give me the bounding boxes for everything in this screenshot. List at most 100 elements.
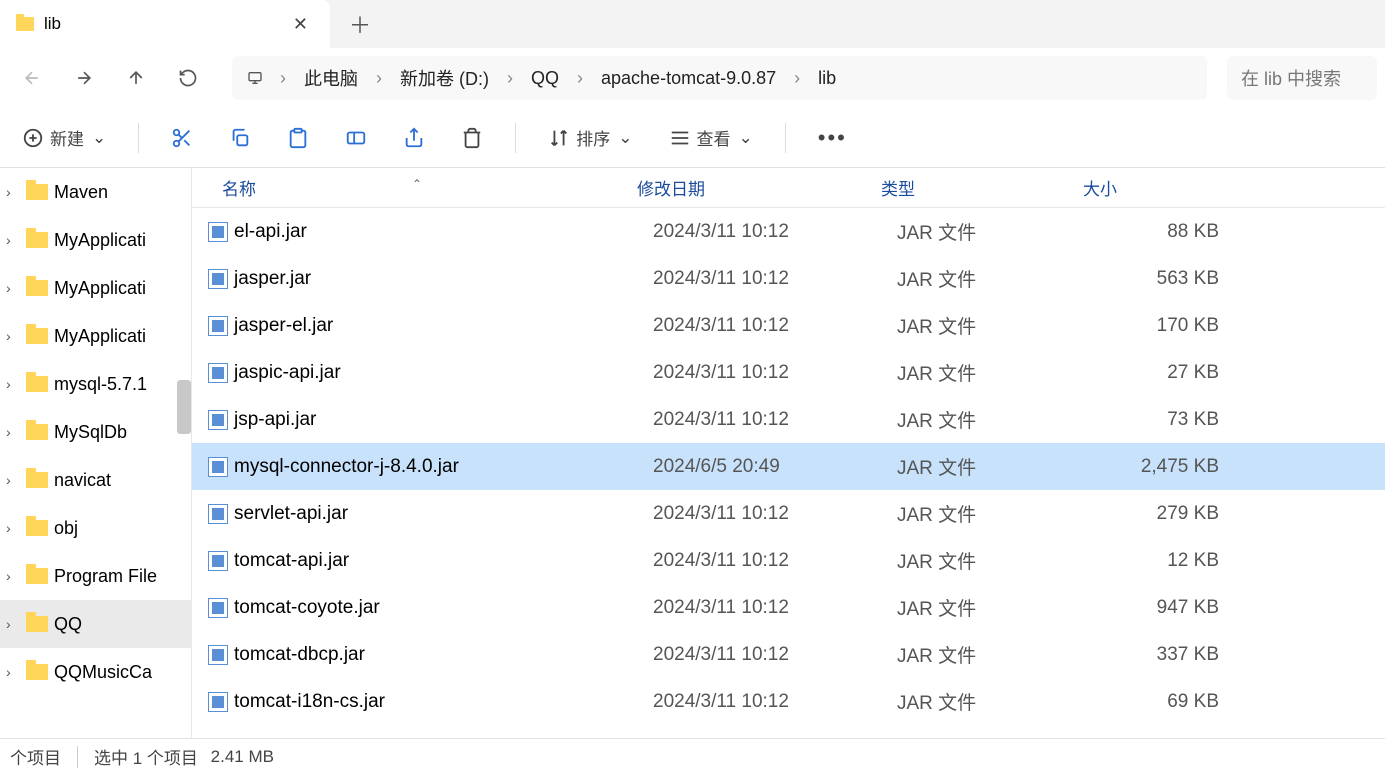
file-date: 2024/3/11 10:12 — [653, 550, 897, 572]
file-type: JAR 文件 — [897, 406, 1099, 433]
jar-file-icon — [208, 457, 228, 477]
nav-bar: › 此电脑 › 新加卷 (D:) › QQ › apache-tomcat-9.… — [0, 48, 1385, 108]
up-button[interactable] — [112, 54, 160, 102]
table-row[interactable]: servlet-api.jar 2024/3/11 10:12 JAR 文件 2… — [192, 490, 1385, 537]
rename-icon — [345, 127, 367, 149]
view-button[interactable]: 查看 ⌄ — [655, 116, 767, 160]
sidebar-item-label: Program File — [54, 566, 157, 587]
breadcrumb-seg[interactable]: lib — [814, 66, 840, 91]
file-name: jaspic-api.jar — [234, 362, 653, 384]
chevron-right-icon: › — [6, 520, 20, 536]
status-bar: 个项目 选中 1 个项目 2.41 MB — [0, 738, 1385, 774]
breadcrumb-seg[interactable]: apache-tomcat-9.0.87 — [597, 66, 780, 91]
sidebar-item[interactable]: ›QQMusicCa — [0, 648, 191, 696]
sidebar-item-label: MyApplicati — [54, 230, 146, 251]
folder-icon — [26, 472, 48, 488]
status-selection: 选中 1 个项目 — [94, 744, 198, 769]
search-input[interactable]: 在 lib 中搜索 — [1227, 56, 1377, 100]
file-type: JAR 文件 — [897, 265, 1099, 292]
chevron-down-icon: ⌄ — [92, 128, 106, 148]
file-name: jsp-api.jar — [234, 409, 653, 431]
rename-button[interactable] — [331, 116, 381, 160]
chevron-right-icon: › — [6, 616, 20, 632]
chevron-right-icon: › — [6, 232, 20, 248]
breadcrumb[interactable]: › 此电脑 › 新加卷 (D:) › QQ › apache-tomcat-9.… — [232, 56, 1207, 100]
file-size: 73 KB — [1099, 409, 1219, 431]
back-button[interactable] — [8, 54, 56, 102]
breadcrumb-seg[interactable]: QQ — [527, 66, 563, 91]
folder-icon — [26, 232, 48, 248]
sidebar-item-label: Maven — [54, 182, 108, 203]
sidebar-item-label: MySqlDb — [54, 422, 127, 443]
sidebar-item[interactable]: ›obj — [0, 504, 191, 552]
share-button[interactable] — [389, 116, 439, 160]
plus-icon: ＋ — [349, 8, 371, 40]
table-row[interactable]: tomcat-dbcp.jar 2024/3/11 10:12 JAR 文件 3… — [192, 631, 1385, 678]
file-date: 2024/3/11 10:12 — [653, 644, 897, 666]
sidebar-item[interactable]: ›MySqlDb — [0, 408, 191, 456]
file-name: servlet-api.jar — [234, 503, 653, 525]
scissors-icon — [171, 127, 193, 149]
table-row[interactable]: mysql-connector-j-8.4.0.jar 2024/6/5 20:… — [192, 443, 1385, 490]
sort-button[interactable]: 排序 ⌄ — [534, 116, 646, 160]
table-row[interactable]: jasper.jar 2024/3/11 10:12 JAR 文件 563 KB — [192, 255, 1385, 302]
scrollbar-thumb[interactable] — [177, 380, 191, 434]
close-icon[interactable]: ✕ — [287, 10, 314, 39]
file-type: JAR 文件 — [897, 547, 1099, 574]
col-name[interactable]: 名称⌃ — [192, 175, 637, 200]
chevron-right-icon: › — [6, 568, 20, 584]
table-row[interactable]: jaspic-api.jar 2024/3/11 10:12 JAR 文件 27… — [192, 349, 1385, 396]
file-date: 2024/3/11 10:12 — [653, 221, 897, 243]
file-size: 279 KB — [1099, 503, 1219, 525]
chevron-right-icon: › — [784, 68, 810, 89]
col-date[interactable]: 修改日期 — [637, 175, 881, 200]
forward-button[interactable] — [60, 54, 108, 102]
file-name: tomcat-dbcp.jar — [234, 644, 653, 666]
more-button[interactable]: ••• — [804, 116, 861, 160]
separator — [77, 746, 78, 768]
cut-button[interactable] — [157, 116, 207, 160]
table-row[interactable]: jasper-el.jar 2024/3/11 10:12 JAR 文件 170… — [192, 302, 1385, 349]
copy-button[interactable] — [215, 116, 265, 160]
new-tab-button[interactable]: ＋ — [330, 0, 390, 48]
share-icon — [403, 127, 425, 149]
table-row[interactable]: el-api.jar 2024/3/11 10:12 JAR 文件 88 KB — [192, 208, 1385, 255]
tab-active[interactable]: lib ✕ — [0, 0, 330, 48]
breadcrumb-seg[interactable]: 新加卷 (D:) — [396, 63, 493, 93]
delete-button[interactable] — [447, 116, 497, 160]
table-row[interactable]: tomcat-i18n-cs.jar 2024/3/11 10:12 JAR 文… — [192, 678, 1385, 725]
folder-icon — [26, 328, 48, 344]
separator — [515, 123, 516, 153]
file-size: 69 KB — [1099, 691, 1219, 713]
table-row[interactable]: tomcat-api.jar 2024/3/11 10:12 JAR 文件 12… — [192, 537, 1385, 584]
new-button[interactable]: 新建 ⌄ — [8, 116, 120, 160]
copy-icon — [229, 127, 251, 149]
sidebar-item[interactable]: › Program File — [0, 552, 191, 600]
sidebar-item[interactable]: ›navicat — [0, 456, 191, 504]
file-size: 12 KB — [1099, 550, 1219, 572]
col-type[interactable]: 类型 — [881, 175, 1083, 200]
ellipsis-icon: ••• — [818, 125, 847, 151]
jar-file-icon — [208, 222, 228, 242]
sidebar-item-label: MyApplicati — [54, 326, 146, 347]
sidebar-item-label: QQMusicCa — [54, 662, 152, 683]
chevron-right-icon: › — [6, 472, 20, 488]
paste-button[interactable] — [273, 116, 323, 160]
breadcrumb-seg[interactable]: 此电脑 — [300, 63, 362, 93]
col-size[interactable]: 大小 — [1083, 175, 1213, 200]
file-type: JAR 文件 — [897, 500, 1099, 527]
refresh-button[interactable] — [164, 54, 212, 102]
table-row[interactable]: jsp-api.jar 2024/3/11 10:12 JAR 文件 73 KB — [192, 396, 1385, 443]
table-row[interactable]: tomcat-coyote.jar 2024/3/11 10:12 JAR 文件… — [192, 584, 1385, 631]
folder-icon — [26, 184, 48, 200]
sidebar-item[interactable]: ›MyApplicati — [0, 264, 191, 312]
sidebar-item[interactable]: ›mysql-5.7.1 — [0, 360, 191, 408]
file-type: JAR 文件 — [897, 453, 1099, 480]
sidebar-item[interactable]: ›MyApplicati — [0, 312, 191, 360]
sidebar-item-label: QQ — [54, 614, 82, 635]
sidebar-item[interactable]: › MyApplicati — [0, 216, 191, 264]
chevron-right-icon: › — [497, 68, 523, 89]
sidebar-item[interactable]: ›Maven — [0, 168, 191, 216]
file-name: mysql-connector-j-8.4.0.jar — [234, 456, 653, 478]
sidebar-item[interactable]: › QQ — [0, 600, 191, 648]
